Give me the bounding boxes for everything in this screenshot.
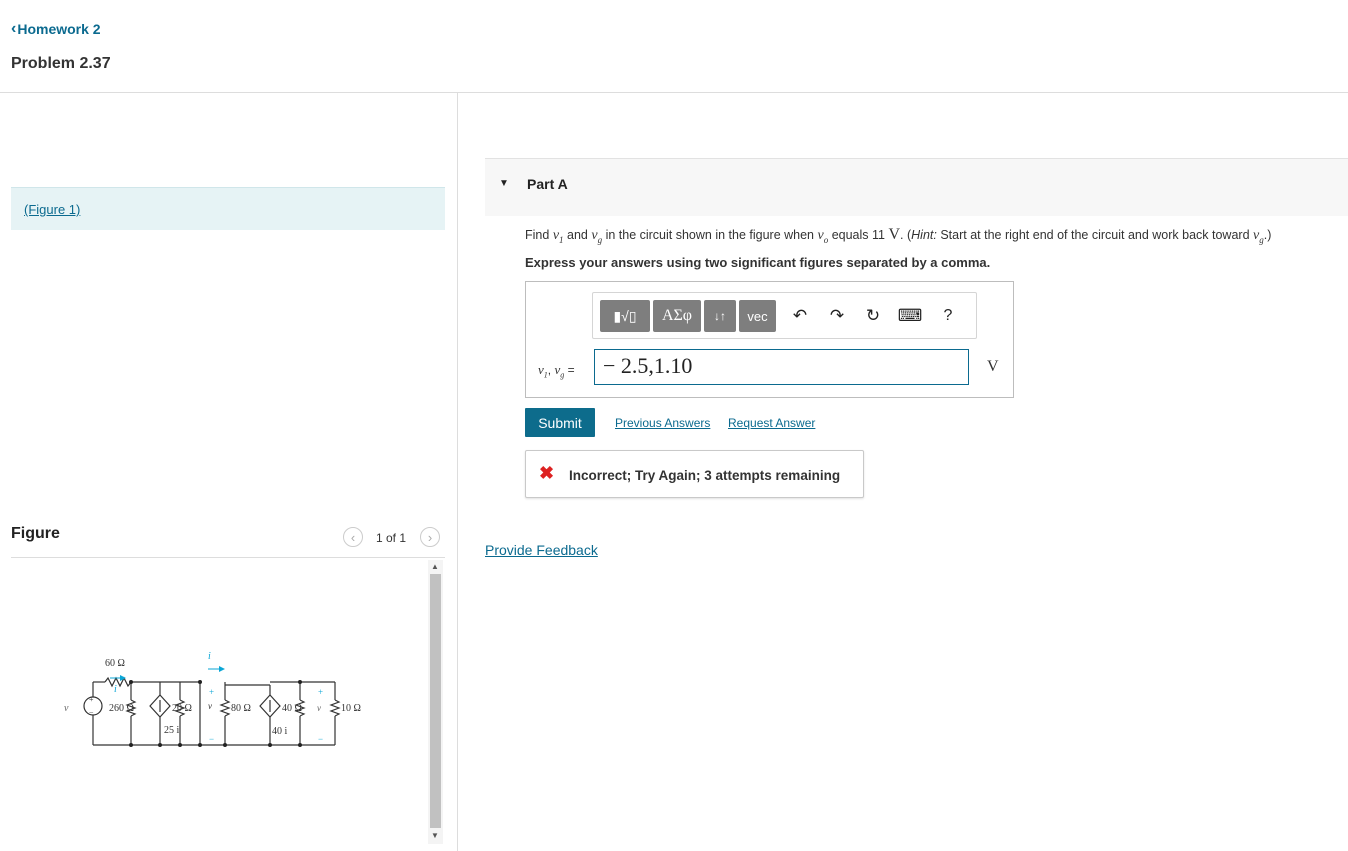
chevron-right-icon: › <box>427 529 433 545</box>
templates-button[interactable]: ▮√▯ <box>600 300 650 332</box>
chevron-left-icon: ‹ <box>350 529 356 545</box>
label-v1-plus: + <box>209 687 214 697</box>
scroll-up-arrow-icon[interactable]: ▲ <box>431 563 439 571</box>
figure-1-link[interactable]: (Figure 1) <box>24 202 80 217</box>
label-r60: 60 Ω <box>105 658 125 669</box>
column-divider <box>457 93 458 851</box>
label-src-25i1: 25 i <box>164 725 180 736</box>
arrows-button[interactable]: ↓↑ <box>704 300 736 332</box>
caret-down-icon[interactable]: ▼ <box>499 178 509 189</box>
part-a-header[interactable]: ▼ Part A <box>485 159 1348 216</box>
figure-link-band: (Figure 1) <box>11 187 445 230</box>
vector-button[interactable]: vec <box>739 300 776 332</box>
header-divider <box>0 92 1348 93</box>
part-a-label: Part A <box>527 176 568 192</box>
label-v1: v <box>208 701 212 711</box>
help-icon[interactable]: ? <box>937 305 959 327</box>
feedback-text: Incorrect; Try Again; 3 attempts remaini… <box>569 468 841 483</box>
provide-feedback-link[interactable]: Provide Feedback <box>485 542 598 558</box>
scroll-down-arrow-icon[interactable]: ▼ <box>431 832 439 840</box>
question-text: Find v1 and vg in the circuit shown in t… <box>525 226 1272 245</box>
math-toolbar: ▮√▯ ΑΣφ ↓↑ vec ↶ ↷ ↻ ⌨ ? <box>592 292 977 339</box>
answer-unit: V <box>987 358 999 375</box>
previous-figure-button[interactable]: ‹ <box>343 527 363 547</box>
answer-instruction: Express your answers using two significa… <box>525 255 991 270</box>
circuit-diagram: v + − 60 Ω i i 260 Ω 20 Ω 25 i + v − 80 … <box>64 651 361 747</box>
answer-input[interactable]: − 2.5,1.10 <box>594 349 969 385</box>
label-i2: i <box>208 651 211 662</box>
scrollbar-thumb[interactable] <box>430 574 441 828</box>
label-vg: v <box>64 703 69 714</box>
keyboard-icon[interactable]: ⌨ <box>898 305 923 327</box>
label-vo-plus: + <box>318 687 323 697</box>
label-r20: 20 Ω <box>172 703 192 714</box>
label-vg-minus: − <box>89 708 94 717</box>
answer-variable-label: v1, vg = <box>538 362 575 380</box>
error-x-icon: ✖ <box>539 463 555 483</box>
label-src-40i2: 40 i <box>272 726 288 737</box>
label-v1-minus: − <box>209 734 214 744</box>
redo-icon[interactable]: ↷ <box>826 305 848 327</box>
undo-icon[interactable]: ↶ <box>789 305 811 327</box>
label-r80: 80 Ω <box>231 703 251 714</box>
label-r10: 10 Ω <box>341 703 361 714</box>
chevron-left-icon: ‹ <box>11 20 17 37</box>
reset-icon[interactable]: ↻ <box>862 305 884 327</box>
figure-scrollbar[interactable]: ▲ ▼ <box>428 560 443 844</box>
next-figure-button[interactable]: › <box>420 527 440 547</box>
label-vo-minus: − <box>318 734 323 744</box>
problem-title: Problem 2.37 <box>11 55 111 72</box>
back-link-label: Homework 2 <box>17 21 101 37</box>
request-answer-link[interactable]: Request Answer <box>728 416 815 430</box>
label-r260: 260 Ω <box>109 703 134 714</box>
label-vo: v <box>317 703 321 713</box>
label-i1: i <box>114 684 117 695</box>
figure-divider <box>11 557 445 558</box>
label-vg-plus: + <box>89 695 94 704</box>
back-to-homework-link[interactable]: ‹ Homework 2 <box>11 20 101 38</box>
answer-box: ▮√▯ ΑΣφ ↓↑ vec ↶ ↷ ↻ ⌨ ? v1, vg = − 2.5,… <box>525 281 1014 398</box>
greek-symbols-button[interactable]: ΑΣφ <box>653 300 701 332</box>
figure-pager-count: 1 of 1 <box>376 531 407 545</box>
feedback-message: ✖ Incorrect; Try Again; 3 attempts remai… <box>525 450 864 498</box>
figure-heading: Figure <box>11 525 60 542</box>
label-r40: 40 Ω <box>282 703 302 714</box>
submit-button[interactable]: Submit <box>525 408 595 437</box>
previous-answers-link[interactable]: Previous Answers <box>615 416 710 430</box>
